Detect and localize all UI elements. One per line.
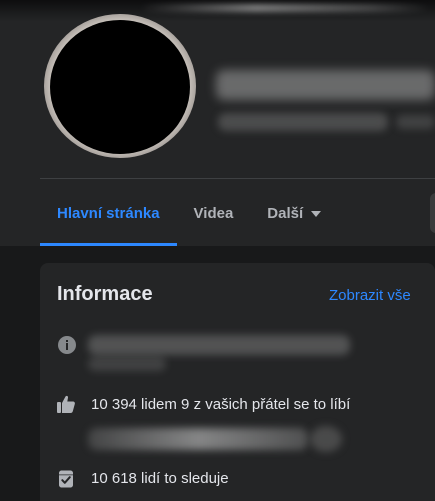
tab-videos[interactable]: Videa <box>177 180 251 246</box>
cover-photo-blurred-detail <box>140 4 430 12</box>
profile-header: Hlavní stránka Videa Další <box>0 0 435 246</box>
page-tabs: Hlavní stránka Videa Další <box>40 180 338 246</box>
header-divider <box>40 178 435 179</box>
page: Hlavní stránka Videa Další Informace Zob… <box>0 0 435 501</box>
page-subtitle-redacted-extra <box>396 115 435 129</box>
likes-count-text: 10 394 lidem 9 z vašich přátel se to líb… <box>91 396 351 413</box>
thumbs-up-icon <box>57 395 75 413</box>
follow-check-icon <box>59 470 73 488</box>
friend-avatar-redacted <box>310 426 342 452</box>
chevron-down-icon <box>311 211 322 217</box>
info-row-text-redacted-2 <box>88 357 166 371</box>
info-row-text-redacted <box>88 335 350 355</box>
friends-avatars-redacted <box>88 428 308 450</box>
header-action-button[interactable] <box>430 193 435 233</box>
tab-more[interactable]: Další <box>250 180 338 246</box>
tab-home[interactable]: Hlavní stránka <box>40 180 177 246</box>
see-all-link[interactable]: Zobrazit vše <box>329 287 411 304</box>
info-card: Informace Zobrazit vše 10 394 lidem 9 z … <box>40 263 435 501</box>
page-name-redacted <box>216 70 435 100</box>
info-icon <box>58 336 76 354</box>
avatar[interactable] <box>50 20 190 154</box>
page-subtitle-redacted <box>218 113 388 131</box>
tab-more-label: Další <box>267 204 304 222</box>
info-card-title: Informace <box>57 283 153 305</box>
tab-home-label: Hlavní stránka <box>57 204 160 222</box>
followers-count-text: 10 618 lidí to sleduje <box>91 470 229 487</box>
tab-videos-label: Videa <box>193 204 234 222</box>
